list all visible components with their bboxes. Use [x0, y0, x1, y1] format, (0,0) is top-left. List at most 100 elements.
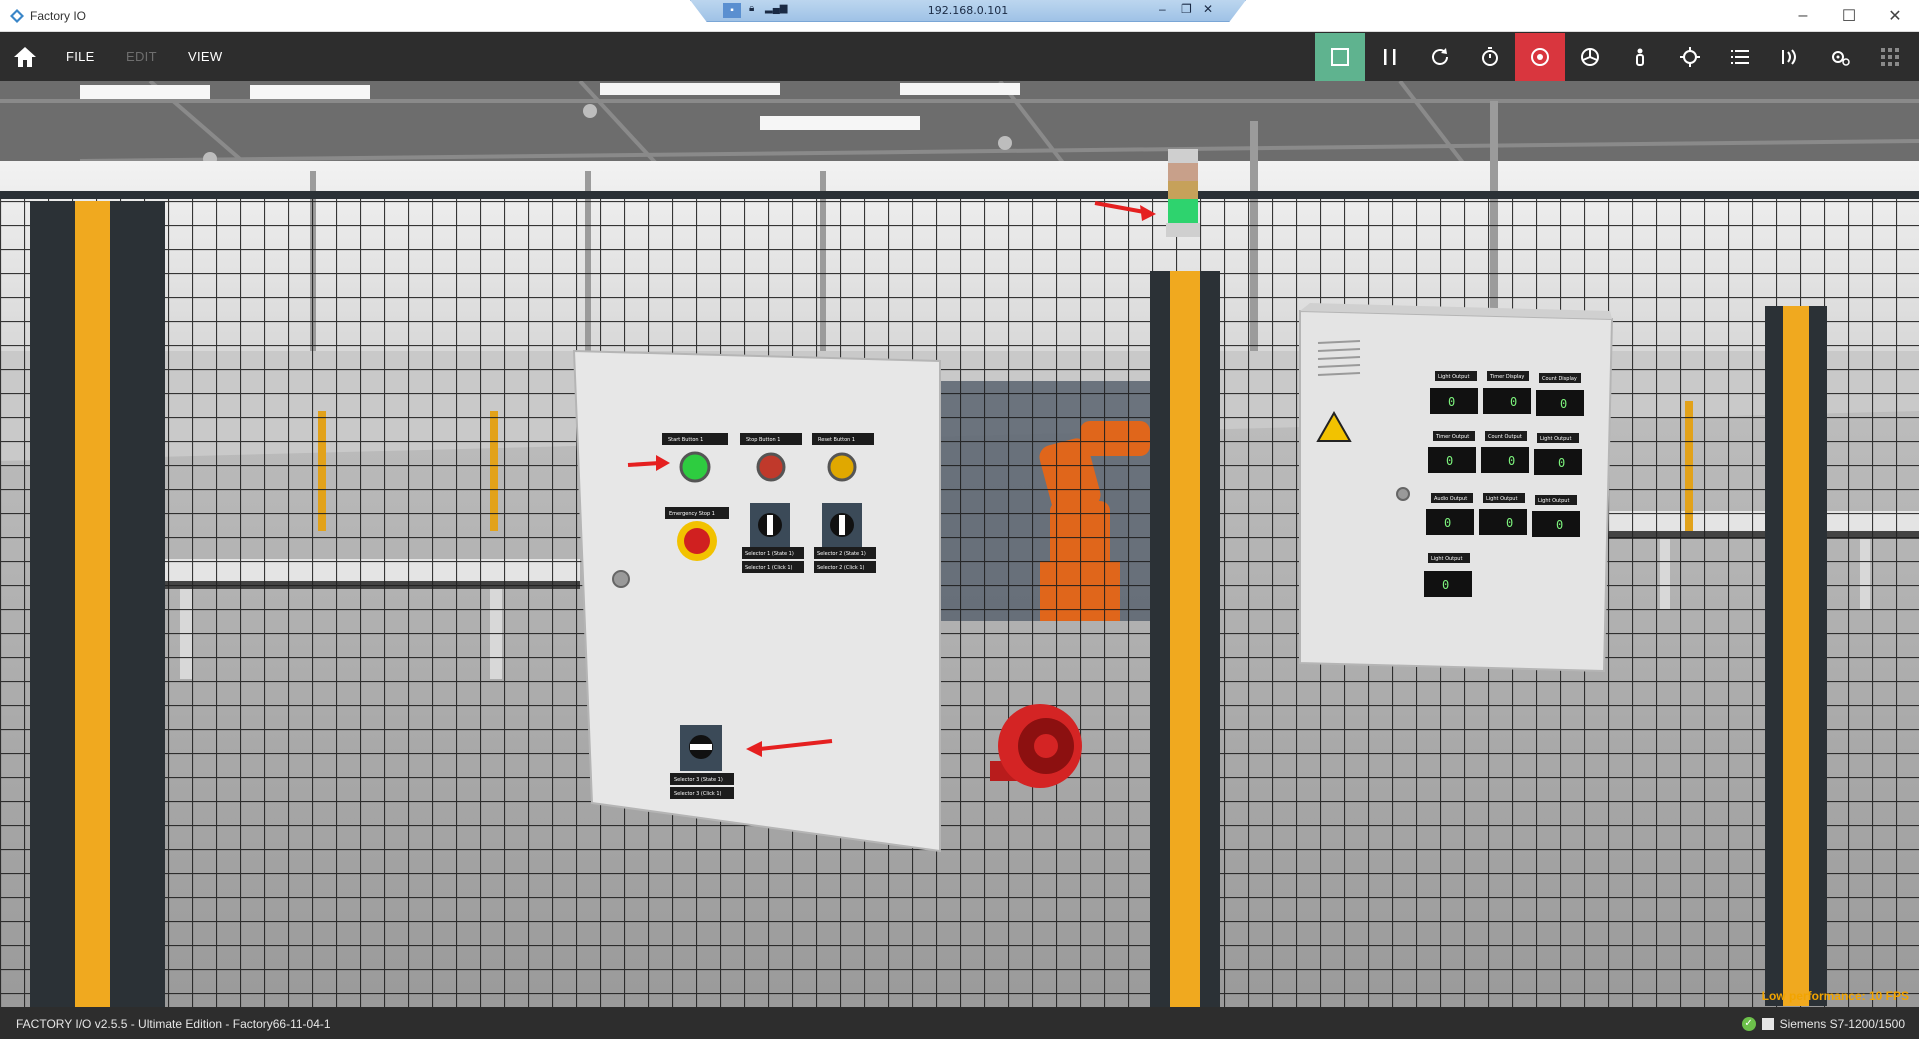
drivers-button[interactable]: [1815, 33, 1865, 81]
maximize-icon: ☐: [1841, 8, 1857, 25]
performance-warning: Low performance: 10 FPS: [1761, 989, 1909, 1003]
timer-button[interactable]: [1465, 33, 1515, 81]
drivers-icon: [1832, 51, 1850, 66]
remote-restore-icon[interactable]: ❐: [1181, 2, 1192, 16]
right-panel-row-2: Timer Output Count Output Light Output 0…: [1428, 431, 1582, 475]
fence-post-left: [30, 201, 165, 1007]
remote-minimize-icon[interactable]: –: [1159, 2, 1166, 16]
sensors-icon: [1782, 49, 1796, 65]
display-9: 0: [1556, 518, 1563, 532]
selector-1-sub: Selector 1 (Click 1): [745, 565, 793, 571]
reset-button[interactable]: [1415, 33, 1465, 81]
camera-fly-button[interactable]: [1565, 33, 1615, 81]
menu-edit: EDIT: [126, 49, 157, 64]
right-label-4-1: Light Output: [1431, 556, 1462, 562]
remote-desktop-bar[interactable]: ▪ 🔒︎ ▂▄▆ 192.168.0.101 – ❐ ✕: [690, 0, 1246, 22]
left-control-panel: [572, 349, 941, 853]
selector-3-label: Selector 3 (State 1): [674, 777, 723, 783]
display-10: 0: [1442, 578, 1449, 592]
display-4: 0: [1446, 454, 1453, 468]
camera-first-person-button[interactable]: [1615, 33, 1665, 81]
reset-icon: [1432, 48, 1448, 65]
right-label-2-2: Count Output: [1488, 434, 1522, 440]
camera-fly-icon: [1581, 48, 1599, 66]
emergency-stop-button[interactable]: [684, 528, 710, 554]
focus-button[interactable]: [1665, 33, 1715, 81]
display-3: 0: [1560, 397, 1567, 411]
right-label-3-3: Light Output: [1538, 498, 1569, 504]
right-label-3-2: Light Output: [1486, 496, 1517, 502]
factory-io-logo-icon: [10, 9, 24, 23]
light-label-start: Start Button 1: [668, 437, 703, 443]
driver-status[interactable]: ✓ Siemens S7-1200/1500: [1741, 1017, 1905, 1031]
camera-orbit-icon: [1531, 48, 1549, 66]
right-label-1-2: Timer Display: [1489, 374, 1524, 380]
plc-icon: [1761, 1018, 1774, 1030]
left-panel-lock: [612, 570, 630, 588]
right-label-2-1: Timer Output: [1435, 434, 1469, 440]
home-icon[interactable]: [12, 45, 38, 69]
maximize-button[interactable]: ☐: [1826, 0, 1872, 32]
safety-fence-mesh: [0, 191, 1919, 1007]
selector-2-label: Selector 2 (State 1): [817, 551, 866, 557]
factory-scene[interactable]: Start Button 1 Stop Button 1 Reset Butto…: [0, 81, 1919, 1007]
right-panel-row-3: Audio Output Light Output Light Output 0…: [1426, 493, 1580, 537]
pause-icon: [1384, 49, 1396, 65]
menu-view[interactable]: VIEW: [188, 49, 222, 64]
driver-name: Siemens S7-1200/1500: [1779, 1017, 1905, 1031]
remote-close-icon[interactable]: ✕: [1203, 2, 1213, 16]
right-label-2-3: Light Output: [1540, 436, 1571, 442]
window-title: Factory IO: [30, 9, 87, 23]
window-titlebar: Factory IO ▪ 🔒︎ ▂▄▆ 192.168.0.101 – ❐ ✕ …: [0, 0, 1919, 32]
minimize-button[interactable]: –: [1780, 0, 1826, 32]
focus-icon: [1680, 47, 1700, 67]
right-panel-row-4: Light Output 0: [1424, 553, 1472, 597]
menu-file[interactable]: FILE: [66, 49, 95, 64]
stack-light: [1166, 149, 1200, 237]
emergency-stop-label: Emergency Stop 1: [669, 511, 715, 517]
display-1: 0: [1448, 395, 1455, 409]
sensors-button[interactable]: [1765, 33, 1815, 81]
stop-light[interactable]: [756, 452, 786, 482]
right-label-1-1: Light Output: [1438, 374, 1469, 380]
camera-first-person-icon: [1636, 48, 1644, 66]
fence-post-right: [1765, 306, 1827, 1006]
display-2: 0: [1510, 395, 1517, 409]
grid-icon: [1881, 48, 1899, 66]
fence-post-center: [1150, 271, 1220, 1007]
fence-top-rail: [0, 191, 1919, 199]
close-button[interactable]: ✕: [1872, 0, 1918, 32]
light-label-reset: Reset Button 1: [818, 437, 855, 443]
display-8: 0: [1506, 516, 1513, 530]
status-bar: FACTORY I/O v2.5.5 - Ultimate Edition - …: [0, 1007, 1919, 1039]
main-toolbar: FILE EDIT VIEW: [0, 33, 1919, 81]
grid-button[interactable]: [1865, 33, 1915, 81]
display-5: 0: [1508, 454, 1515, 468]
close-icon: ✕: [1888, 8, 1902, 25]
selector-1-label: Selector 1 (State 1): [745, 551, 794, 557]
right-panel-row-1: Light Output Timer Display Count Display…: [1430, 371, 1584, 416]
start-light[interactable]: [679, 451, 711, 483]
light-label-stop: Stop Button 1: [746, 437, 780, 443]
display-7: 0: [1444, 516, 1451, 530]
3d-viewport[interactable]: Start Button 1 Stop Button 1 Reset Butto…: [0, 81, 1919, 1007]
timer-icon: [1482, 47, 1498, 66]
left-panel-lights: Start Button 1 Stop Button 1 Reset Butto…: [662, 433, 874, 483]
right-label-3-1: Audio Output: [1434, 496, 1467, 502]
display-6: 0: [1558, 456, 1565, 470]
reset-light[interactable]: [827, 452, 857, 482]
list-button[interactable]: [1715, 33, 1765, 81]
edit-mode-icon: [1331, 48, 1349, 66]
list-icon: [1731, 50, 1749, 64]
right-label-1-3: Count Display: [1542, 376, 1577, 382]
annotation-arrow-start-light: [627, 461, 661, 467]
camera-orbit-button[interactable]: [1515, 33, 1565, 81]
version-text: FACTORY I/O v2.5.5 - Ultimate Edition - …: [16, 1017, 331, 1031]
connected-check-icon: ✓: [1741, 1017, 1756, 1031]
selector-3-sub: Selector 3 (Click 1): [674, 791, 722, 797]
edit-mode-button[interactable]: [1315, 33, 1365, 81]
selector-2-sub: Selector 2 (Click 1): [817, 565, 865, 571]
minimize-icon: –: [1798, 7, 1808, 24]
right-panel-lock: [1396, 487, 1410, 501]
pause-button[interactable]: [1365, 33, 1415, 81]
